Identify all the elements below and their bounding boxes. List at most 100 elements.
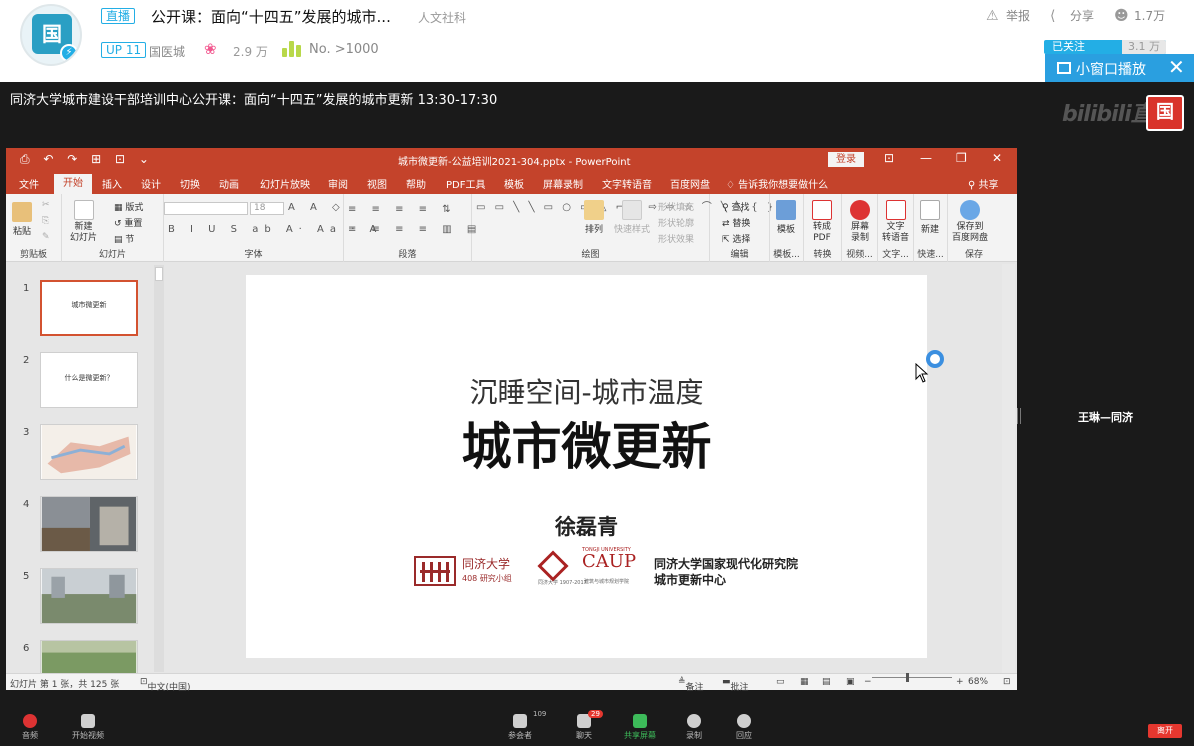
login-button[interactable]: 登录 [828, 152, 864, 167]
list-icons[interactable]: ≡ ≡ ≡ ≡ ⇅ [348, 204, 457, 215]
channel-link[interactable]: 人文社科 [418, 9, 466, 26]
shape-fill-button[interactable]: 形状填充 [658, 200, 694, 213]
tab-screen-record[interactable]: 屏幕录制 [543, 176, 583, 191]
tab-slideshow[interactable]: 幻灯片放映 [260, 176, 310, 191]
font-name-select[interactable] [164, 202, 248, 215]
meeting-toolbar: 音频 开始视频 参会者 109 聊天 29 共享屏幕 录制 回应 离开 [0, 710, 1194, 746]
share-button[interactable]: ⟨ 分享 [1050, 7, 1094, 24]
scroll-thumb[interactable] [155, 267, 163, 281]
paste-button[interactable]: 粘贴 [12, 202, 32, 237]
slide-scrollbar[interactable] [1002, 264, 1015, 674]
slideshow-view-icon[interactable]: ▣ [846, 677, 855, 687]
slide-canvas[interactable]: 沉睡空间-城市温度 城市微更新 徐磊青 同济大学 408 研究小组 同济大学 1… [246, 275, 927, 658]
person-icon: ⚲ [968, 180, 979, 191]
layout-button[interactable]: ▦ 版式 [114, 200, 143, 213]
tab-view[interactable]: 视图 [367, 176, 387, 191]
participants-button[interactable]: 参会者 109 [490, 710, 550, 741]
zoom-in-icon[interactable]: + [956, 677, 964, 687]
sorter-view-icon[interactable]: ▦ [800, 677, 809, 687]
close-icon[interactable]: ✕ [1168, 55, 1185, 79]
new-slide-button[interactable]: 新建 幻灯片 [70, 200, 97, 244]
zoom-out-icon[interactable]: − [864, 677, 872, 687]
save-baidu-button[interactable]: 保存到 百度网盘 [952, 200, 988, 244]
split-view-handle[interactable] [1017, 408, 1021, 424]
tab-transitions[interactable]: 切换 [180, 176, 200, 191]
new-button[interactable]: 新建 [920, 200, 940, 235]
follow-button[interactable]: 已关注 3.1 万 [1044, 40, 1166, 54]
tab-insert[interactable]: 插入 [102, 176, 122, 191]
slide-thumbnail-5[interactable] [40, 568, 138, 624]
normal-view-icon[interactable]: ▭ [776, 677, 785, 687]
tab-design[interactable]: 设计 [141, 176, 161, 191]
tab-animations[interactable]: 动画 [219, 176, 239, 191]
arrange-icon [584, 200, 604, 220]
pdf-icon [812, 200, 832, 220]
zoom-level[interactable]: 68% [968, 677, 988, 687]
tab-template[interactable]: 模板 [504, 176, 524, 191]
find-button[interactable]: ⚲ 查找 [722, 200, 749, 213]
chat-button[interactable]: 聊天 29 [554, 710, 614, 741]
tell-me-search[interactable]: ♢ 告诉我你想要做什么 [726, 176, 828, 191]
slide-thumbnail-2[interactable]: 什么是微更新？ [40, 352, 138, 408]
streamer-avatar[interactable]: 国 ⚡ [20, 4, 82, 66]
reset-button[interactable]: ↺ 重置 [114, 216, 142, 229]
click-indicator-icon [926, 350, 944, 368]
up-level-badge: UP 11 [101, 42, 147, 58]
section-button[interactable]: ▤ 节 [114, 232, 134, 245]
language-status[interactable]: ⊡ 中文(中国) [140, 677, 191, 693]
tab-review[interactable]: 审阅 [328, 176, 348, 191]
fit-window-icon[interactable]: ⊡ [1003, 677, 1011, 687]
replace-button[interactable]: ⇄ 替换 [722, 216, 750, 229]
font-grow-shrink-icons[interactable]: A A ◇ [288, 202, 346, 213]
maximize-icon[interactable]: ❐ [956, 151, 967, 165]
slide-thumbnail-3[interactable] [40, 424, 138, 480]
align-icons[interactable]: ≡ ≡ ≡ ≡ ▥ ▤ [348, 224, 482, 235]
to-pdf-button[interactable]: 转成 PDF [812, 200, 832, 244]
zoom-slider[interactable] [872, 673, 952, 682]
font-size-select[interactable]: 18 [250, 202, 284, 215]
reading-view-icon[interactable]: ▤ [822, 677, 831, 687]
format-painter-icon[interactable]: ✎ [42, 232, 50, 242]
select-button[interactable]: ⇱ 选择 [722, 232, 750, 245]
cut-icon[interactable]: ✂ [42, 200, 50, 210]
minimize-icon[interactable]: — [920, 151, 932, 165]
mute-button[interactable]: 音频 [0, 714, 60, 741]
leave-button[interactable]: 离开 [1148, 724, 1182, 738]
tab-help[interactable]: 帮助 [406, 176, 426, 191]
area-link[interactable]: 国医城 [149, 43, 185, 60]
shape-effects-button[interactable]: 形状效果 [658, 232, 694, 245]
participant-name: 王琳—同济 [1078, 411, 1133, 424]
tab-baidu[interactable]: 百度网盘 [670, 176, 710, 191]
slide-thumbnail-6[interactable] [40, 640, 138, 673]
slide-thumbnail-1[interactable]: 城市微更新 [40, 280, 138, 336]
start-video-button[interactable]: 开始视频 [58, 714, 118, 741]
tab-pdf-tools[interactable]: PDF工具 [446, 176, 485, 191]
tab-file[interactable]: 文件 [19, 176, 39, 191]
copy-icon[interactable]: ⎘ [42, 216, 49, 226]
arrange-button[interactable]: 排列 [584, 200, 604, 235]
quick-styles-icon [622, 200, 642, 220]
tab-tts[interactable]: 文字转语音 [602, 176, 652, 191]
comments-button[interactable]: ▬ 批注 [722, 677, 749, 693]
mini-window-bar[interactable]: 小窗口播放 ✕ [1045, 54, 1194, 82]
video-player[interactable]: 同济大学城市建设干部培训中心公开课：面向“十四五”发展的城市更新 13:30-1… [0, 82, 1194, 746]
share-screen-button[interactable]: 共享屏幕 [610, 714, 670, 741]
slide-thumbnail-4[interactable] [40, 496, 138, 552]
shape-outline-button[interactable]: 形状轮廓 [658, 216, 694, 229]
tab-home[interactable]: 开始 [54, 174, 92, 194]
ribbon-display-icon[interactable]: ⊡ [884, 151, 894, 165]
slide-thumbnail-pane[interactable]: 1 城市微更新 2 什么是微更新？ 3 4 5 6 [6, 263, 158, 673]
quick-styles-button[interactable]: 快速样式 [614, 200, 650, 235]
quick-access-toolbar[interactable]: ⎙ ↶ ↷ ⊞ ⊡ ⌄ [20, 152, 154, 167]
share-ppt-button[interactable]: ⚲ 共享 [968, 176, 999, 191]
screen-record-button[interactable]: 屏幕 录制 [850, 200, 870, 244]
report-button[interactable]: ⚠ 举报 [986, 7, 1030, 24]
zoom-slider-thumb[interactable] [906, 673, 909, 682]
notes-button[interactable]: ≜ 备注 [678, 677, 704, 693]
tts-button[interactable]: 文字 转语音 [882, 200, 909, 244]
reactions-button[interactable]: 回应 [714, 714, 774, 741]
thumbnail-scrollbar[interactable] [154, 265, 164, 672]
close-window-icon[interactable]: ✕ [992, 151, 1002, 165]
template-button[interactable]: 模板 [776, 200, 796, 235]
thumb-number: 4 [23, 499, 30, 510]
